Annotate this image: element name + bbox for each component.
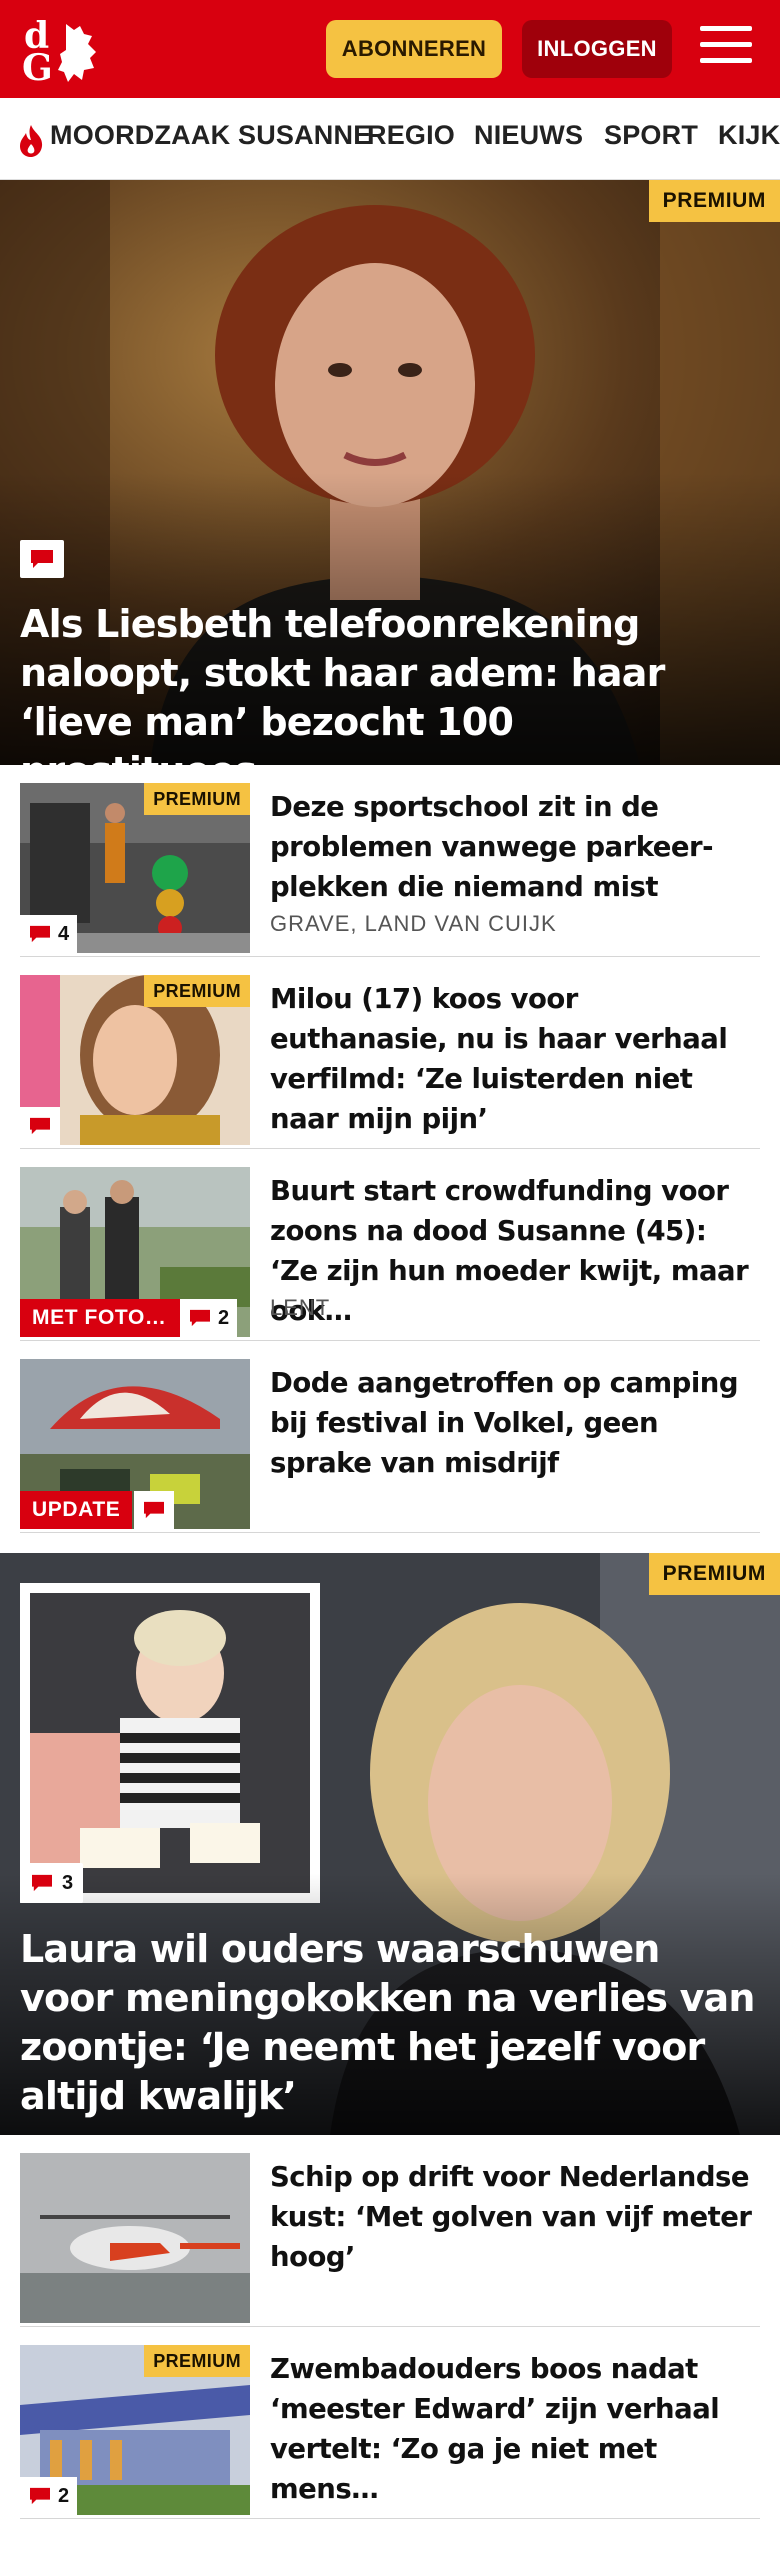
comment-count-value: 4: [58, 922, 70, 945]
article-thumbnail-girl: PREMIUM: [20, 975, 250, 1145]
article-headline[interactable]: Milou (17) koos voor euthanasie, nu is h…: [270, 979, 760, 1139]
hero-article-1[interactable]: PREMIUM Als Liesbeth telefoonrekening na…: [0, 180, 780, 765]
update-label: UPDATE: [20, 1491, 133, 1529]
nav-item-regio[interactable]: REGIO: [367, 120, 455, 151]
article-headline[interactable]: Buurt start crowdfunding voor zoons na d…: [270, 1171, 760, 1331]
comment-icon: [144, 1501, 164, 1519]
premium-badge: PREMIUM: [144, 783, 250, 815]
list-item[interactable]: PREMIUM Milou (17) koos voor euthanasie,…: [20, 957, 760, 1149]
premium-badge: PREMIUM: [144, 2345, 250, 2377]
article-headline[interactable]: Dode aangetroffen op camping bij festiva…: [270, 1363, 760, 1483]
comment-count[interactable]: 4: [20, 915, 78, 953]
article-headline[interactable]: Schip op drift voor Nederlandse kust: ‘M…: [270, 2157, 760, 2277]
article-thumbnail-swimming-pool: PREMIUM 2: [20, 2345, 250, 2515]
site-logo[interactable]: d G: [22, 14, 114, 89]
premium-badge: PREMIUM: [144, 975, 250, 1007]
hero-article-2[interactable]: PREMIUM 3 Laura wil ouders waarschuwen v…: [0, 1553, 780, 2135]
login-button[interactable]: INLOGGEN: [522, 20, 672, 78]
subscribe-button[interactable]: ABONNEREN: [326, 20, 502, 78]
nav-item-sport[interactable]: SPORT: [604, 120, 698, 151]
comment-count[interactable]: [134, 1491, 174, 1529]
article-thumbnail-helicopter: [20, 2153, 250, 2323]
article-headline[interactable]: Deze sportschool zit in de problemen van…: [270, 787, 760, 907]
list-item[interactable]: Schip op drift voor Nederlandse kust: ‘M…: [20, 2135, 760, 2327]
list-item[interactable]: MET FOTO… 2 Buurt start crowdfunding voo…: [20, 1149, 760, 1341]
article-thumbnail-camping: UPDATE: [20, 1359, 250, 1529]
comment-icon: [30, 1117, 50, 1135]
article-thumbnail-gym: PREMIUM 4: [20, 783, 250, 953]
article-location: GRAVE, LAND VAN CUIJK: [270, 911, 557, 936]
nav-item-kijk[interactable]: KIJK: [718, 120, 780, 151]
premium-badge: PREMIUM: [648, 1553, 780, 1595]
premium-badge: PREMIUM: [648, 180, 780, 222]
list-item[interactable]: UPDATE Dode aangetroffen op camping bij …: [20, 1341, 760, 1533]
comment-icon[interactable]: [20, 540, 64, 578]
comment-count[interactable]: 2: [20, 2477, 78, 2515]
comment-icon: [30, 2487, 50, 2505]
top-bar: d G ABONNEREN INLOGGEN: [0, 0, 780, 98]
svg-text:G: G: [22, 47, 53, 86]
list-item[interactable]: PREMIUM 2 Zwembadouders boos nadat ‘mees…: [20, 2327, 760, 2519]
comment-count-value: 2: [58, 2484, 70, 2507]
article-headline[interactable]: Zwembadouders boos nadat ‘meester Edward…: [270, 2349, 760, 2509]
flame-icon: [20, 125, 43, 157]
photo-series-label: MET FOTO…: [20, 1299, 180, 1337]
article-location: LENT: [270, 1295, 331, 1320]
nav-item-nieuws[interactable]: NIEUWS: [474, 120, 583, 151]
comment-count[interactable]: 2: [180, 1299, 238, 1337]
comment-icon: [190, 1309, 210, 1327]
comment-count[interactable]: 3: [20, 1863, 84, 1903]
section-nav: MOORDZAAK SUSANNE REGIO NIEUWS SPORT KIJ…: [0, 98, 780, 180]
nav-item-moordzaak-susanne[interactable]: MOORDZAAK SUSANNE: [50, 120, 371, 151]
comment-count[interactable]: [20, 1107, 60, 1145]
comment-icon: [32, 1874, 52, 1892]
hero-headline[interactable]: Als Liesbeth telefoonrekening naloopt, s…: [20, 600, 760, 765]
hero-headline[interactable]: Laura wil ouders waarschuwen voor mening…: [20, 1925, 760, 2121]
comment-icon: [30, 925, 50, 943]
comment-count-value: 3: [62, 1871, 74, 1894]
article-thumbnail-memorial: MET FOTO… 2: [20, 1167, 250, 1337]
menu-icon[interactable]: [700, 26, 752, 70]
list-item[interactable]: PREMIUM 4 Deze sportschool zit in de pro…: [20, 765, 760, 957]
update-label-text: UPDATE: [32, 1498, 121, 1521]
comment-count-value: 2: [218, 1306, 230, 1329]
